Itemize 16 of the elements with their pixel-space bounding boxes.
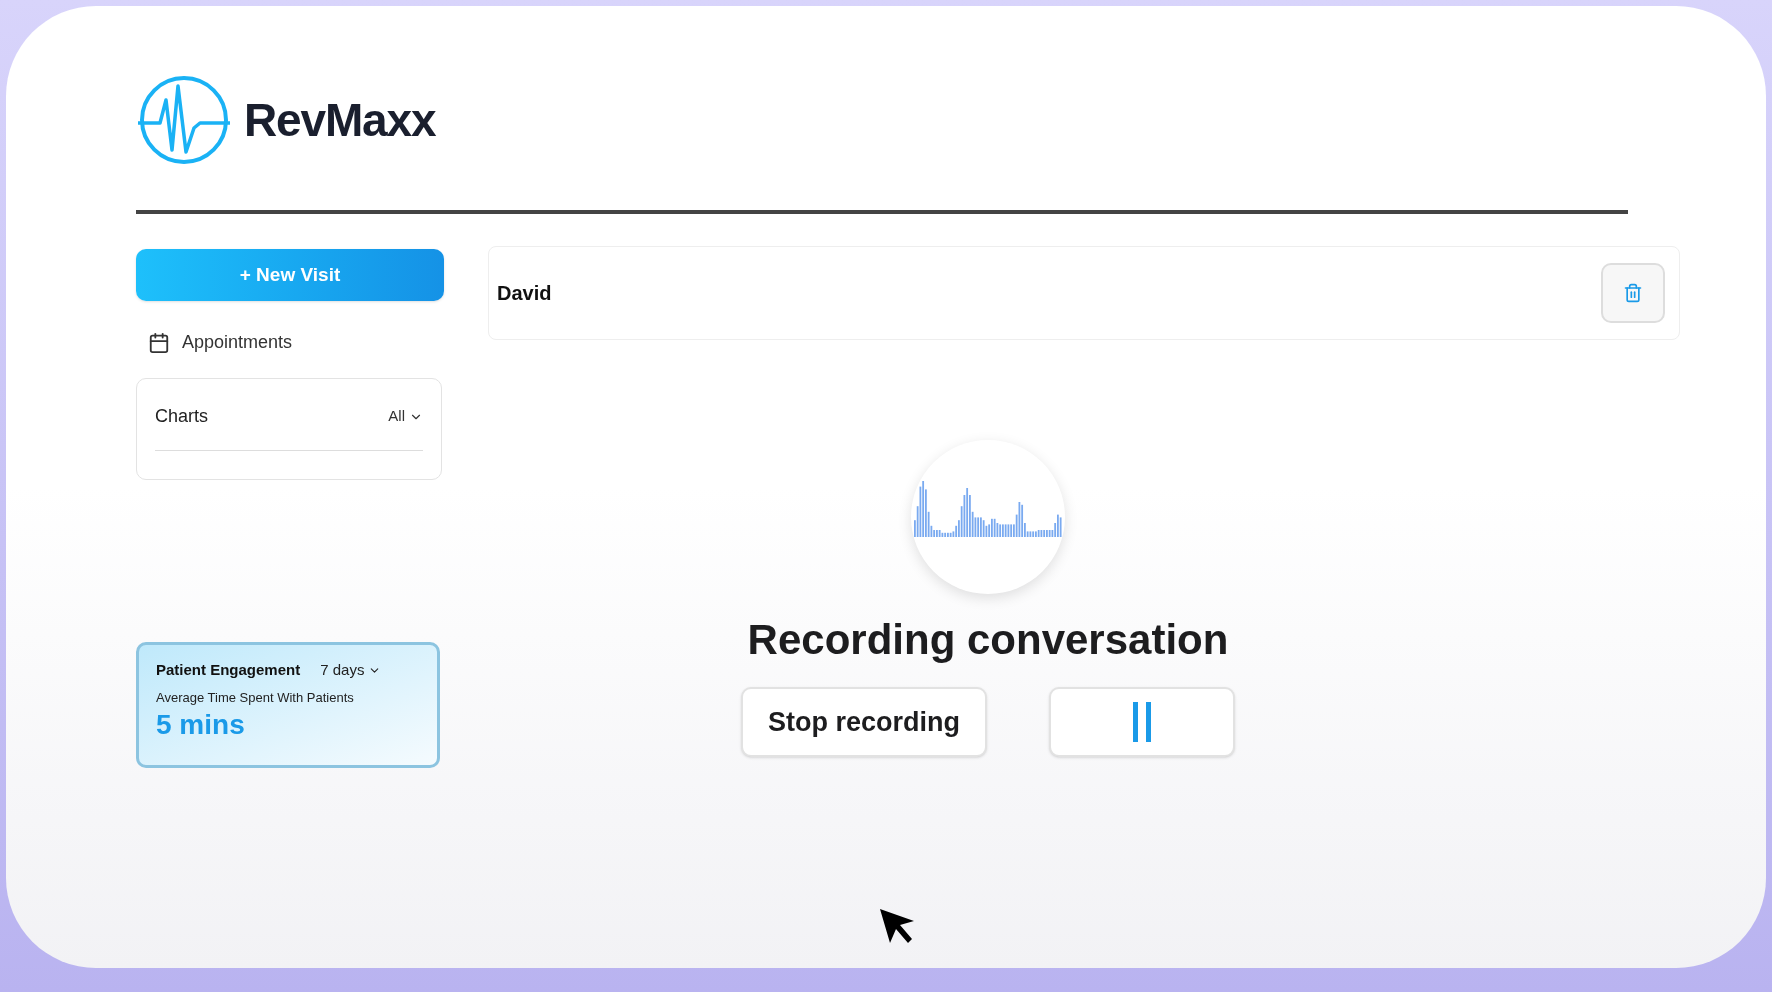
brand-name: RevMaxx [244,92,436,148]
calendar-icon [148,331,170,354]
patient-name: David [497,281,552,306]
recording-title: Recording conversation [747,615,1229,665]
period-dropdown[interactable]: 7 days [320,659,382,682]
metric-label: Average Time Spent With Patients [156,688,355,707]
metric-value: 5 mins [156,708,246,742]
pause-icon [1131,702,1153,742]
trash-icon [1623,283,1643,303]
stop-recording-button[interactable]: Stop recording [741,687,987,757]
charts-filter-dropdown[interactable]: All [388,405,423,428]
nav-item[interactable]: Appointments [136,325,444,360]
engagement-title: Patient Engagement [156,660,301,680]
delete-button[interactable] [1601,263,1665,323]
pause-button[interactable] [1049,687,1235,757]
charts-title: Charts [155,405,208,428]
